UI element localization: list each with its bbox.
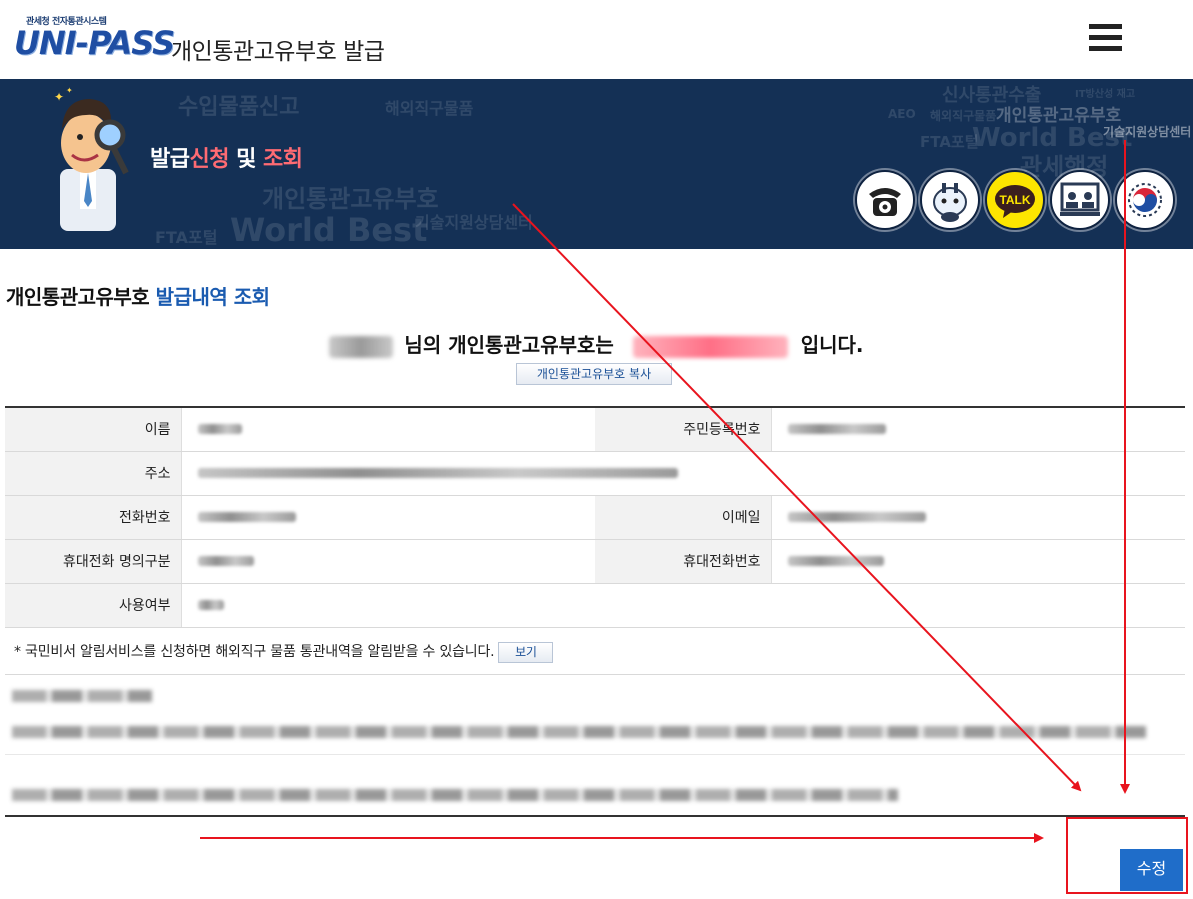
kakao-talk-label: TALK xyxy=(999,193,1030,207)
banner-watermark: 해외직구물품 xyxy=(930,109,997,123)
table-row: 전화번호 이메일 xyxy=(5,495,1185,540)
redacted-name xyxy=(329,335,394,358)
view-button[interactable]: 보기 xyxy=(498,641,554,663)
label-name: 이름 xyxy=(5,407,182,452)
section-heading-blue: 발급내역 조회 xyxy=(155,285,270,309)
divider xyxy=(5,754,1185,755)
banner-watermark: IT방산성 재고 xyxy=(1075,89,1136,100)
logo-wordmark: UNI-PASS xyxy=(14,24,175,62)
result-text-end: 입니다. xyxy=(793,333,864,357)
remote-support-icon[interactable] xyxy=(1050,170,1110,230)
banner-watermark: 개인통관고유부호 xyxy=(262,185,439,213)
label-mobile-owner-type: 휴대전화 명의구분 xyxy=(5,539,182,584)
banner-title-part: 발급 xyxy=(150,147,190,172)
label-mobile-number: 휴대전화번호 xyxy=(595,539,772,584)
notice-text: * 국민비서 알림서비스를 신청하면 해외직구 물품 통관내역을 알림받을 수 … xyxy=(14,644,495,660)
phone-icon[interactable] xyxy=(855,170,915,230)
table-row: 주소 xyxy=(5,451,1185,496)
value-mobile-owner-type xyxy=(181,539,595,584)
label-resident-number: 주민등록번호 xyxy=(595,407,772,452)
table-row: 사용여부 xyxy=(5,583,1185,628)
top-header: 관세청 전자통관시스템 UNI-PASS 개인통관고유부호 발급 xyxy=(0,0,1193,79)
result-text: 님의 개인통관고유부호는 xyxy=(397,333,621,357)
banner-watermark: AEO xyxy=(888,107,916,121)
value-mobile-number xyxy=(771,539,1185,584)
svg-text:✦: ✦ xyxy=(54,90,64,104)
banner-watermark: 해외직구물품 xyxy=(385,99,474,118)
label-address: 주소 xyxy=(5,451,182,496)
svg-text:✦: ✦ xyxy=(66,86,73,95)
kakao-talk-icon[interactable]: TALK xyxy=(985,170,1045,230)
unipass-logo[interactable]: 관세청 전자통관시스템 UNI-PASS xyxy=(14,14,175,68)
section-heading: 개인통관고유부호 발급내역 조회 xyxy=(6,281,270,310)
redacted-text xyxy=(12,690,152,702)
page-title: 개인통관고유부호 발급 xyxy=(171,39,385,65)
bottom-rule xyxy=(5,815,1185,817)
redacted-text xyxy=(12,726,1146,738)
value-email xyxy=(771,495,1185,540)
value-address xyxy=(181,451,1185,496)
value-name xyxy=(181,407,595,452)
banner-title: 발급신청 및 조회 xyxy=(150,141,303,173)
detective-mascot-icon: ✦ ✦ xyxy=(54,86,129,231)
redacted-customs-code xyxy=(632,335,788,358)
table-row: 휴대전화 명의구분 휴대전화번호 xyxy=(5,539,1185,584)
banner-title-part: 및 xyxy=(228,147,264,172)
banner-title-part: 조회 xyxy=(263,147,303,172)
banner-watermark: FTA포털 xyxy=(155,228,218,247)
customs-code-result: 님의 개인통관고유부호는 입니다. xyxy=(0,329,1193,358)
hamburger-menu-icon[interactable] xyxy=(1089,24,1122,52)
government-emblem-icon[interactable] xyxy=(1115,170,1175,230)
banner-watermark-fta: FTA포털 xyxy=(920,133,979,151)
value-resident-number xyxy=(771,407,1185,452)
divider xyxy=(5,674,1185,675)
alert-service-notice: * 국민비서 알림서비스를 신청하면 해외직구 물품 통관내역을 알림받을 수 … xyxy=(14,641,554,663)
edit-button[interactable]: 수정 xyxy=(1120,849,1183,891)
copy-customs-code-button[interactable]: 개인통관고유부호 복사 xyxy=(516,363,672,385)
banner-watermark: World Best xyxy=(230,211,428,249)
applicant-info-table: 이름 주민등록번호 주소 전화번호 이메일 휴대전화 명의구분 휴대전화번호 사… xyxy=(5,406,1185,628)
value-usage-status xyxy=(181,583,1185,628)
label-email: 이메일 xyxy=(595,495,772,540)
banner-title-part: 신청 xyxy=(189,147,229,172)
banner-watermark: 기술지원상담센터 xyxy=(415,213,533,232)
redacted-text xyxy=(12,789,898,801)
banner-watermark-tech: 기술지원상담센터 xyxy=(1103,125,1192,139)
label-usage-status: 사용여부 xyxy=(5,583,182,628)
mascot-robot-icon[interactable] xyxy=(920,170,980,230)
hero-banner: 수입물품신고 해외직구물품 개인통관고유부호 World Best FTA포털 … xyxy=(0,79,1193,249)
label-phone: 전화번호 xyxy=(5,495,182,540)
table-row: 이름 주민등록번호 xyxy=(5,407,1185,452)
section-heading-black: 개인통관고유부호 xyxy=(6,285,156,309)
banner-watermark: 수입물품신고 xyxy=(178,95,300,120)
value-phone xyxy=(181,495,595,540)
